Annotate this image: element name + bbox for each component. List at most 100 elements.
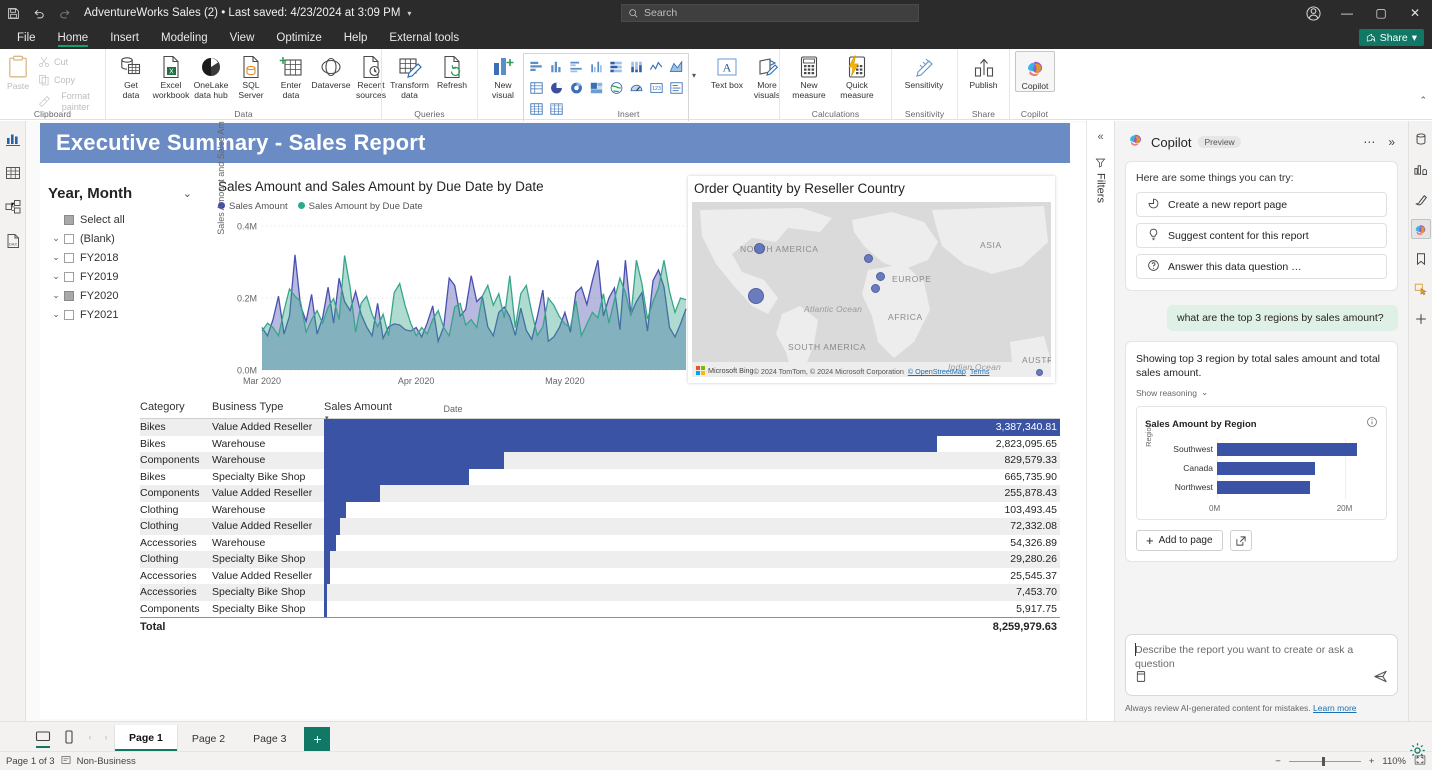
chevron-right-double-icon[interactable]: » bbox=[1385, 135, 1398, 149]
menu-modeling[interactable]: Modeling bbox=[150, 26, 219, 49]
ribbon-collapse-icon[interactable]: ⌃ bbox=[1419, 95, 1427, 106]
show-reasoning-toggle[interactable]: Show reasoning ⌄ bbox=[1136, 387, 1387, 398]
table-row[interactable]: Bikes Value Added Reseller 3,387,340.81 bbox=[140, 419, 1060, 436]
slicer-item-fy2020[interactable]: ⌄ FY2020 bbox=[48, 286, 198, 305]
account-icon[interactable] bbox=[1296, 0, 1330, 26]
table-row[interactable]: Bikes Warehouse 2,823,095.65 bbox=[140, 435, 1060, 452]
menu-external-tools[interactable]: External tools bbox=[378, 26, 470, 49]
table-row[interactable]: Accessories Warehouse 54,326.89 bbox=[140, 534, 1060, 551]
global-search[interactable]: Search bbox=[621, 4, 919, 22]
checkbox[interactable] bbox=[64, 290, 74, 301]
title-dropdown-caret[interactable]: ▾ bbox=[407, 9, 411, 18]
checkbox[interactable] bbox=[64, 214, 74, 225]
ellipsis-icon[interactable]: ⋯ bbox=[1360, 135, 1378, 149]
text-box-button[interactable]: A Text box bbox=[707, 51, 747, 90]
checkbox[interactable] bbox=[64, 271, 74, 282]
map-bubble-germany[interactable] bbox=[876, 272, 885, 281]
close-button[interactable]: ✕ bbox=[1398, 0, 1432, 26]
menu-insert[interactable]: Insert bbox=[99, 26, 150, 49]
report-view-icon[interactable] bbox=[3, 129, 23, 149]
suggestion-create-new-report-page[interactable]: Create a new report page bbox=[1136, 192, 1387, 217]
filters-label-vertical[interactable]: Filters bbox=[1095, 157, 1107, 203]
column-header-business-type[interactable]: Business Type bbox=[212, 401, 324, 413]
menu-optimize[interactable]: Optimize bbox=[265, 26, 332, 49]
column-header-category[interactable]: Category bbox=[140, 401, 212, 413]
model-view-icon[interactable] bbox=[3, 197, 23, 217]
learn-more-link[interactable]: Learn more bbox=[1313, 703, 1356, 713]
zoom-slider[interactable] bbox=[1288, 756, 1361, 766]
copilot-button[interactable]: Copilot bbox=[1015, 51, 1055, 93]
gallery-more-caret[interactable]: ▾ bbox=[689, 71, 699, 80]
report-canvas[interactable]: Executive Summary - Sales Report Year, M… bbox=[26, 121, 1086, 721]
checkbox[interactable] bbox=[64, 252, 74, 263]
filters-pane-collapsed[interactable]: « Filters bbox=[1086, 121, 1114, 721]
legend-item-sales-amount-due-date[interactable]: Sales Amount by Due Date bbox=[297, 201, 423, 212]
new-measure-button[interactable]: New measure bbox=[785, 51, 833, 100]
chevron-down-icon[interactable]: ⌄ bbox=[48, 252, 64, 263]
bookmark-icon[interactable] bbox=[1411, 249, 1431, 269]
copy-button[interactable]: Copy bbox=[35, 71, 100, 89]
page-tab-page-1[interactable]: Page 1 bbox=[114, 725, 178, 751]
add-to-page-button[interactable]: + Add to page bbox=[1136, 530, 1223, 552]
table-row[interactable]: Accessories Value Added Reseller 25,545.37 bbox=[140, 567, 1060, 584]
menu-help[interactable]: Help bbox=[333, 26, 379, 49]
zoom-slider-knob[interactable] bbox=[1321, 756, 1325, 766]
prompt-guide-icon[interactable] bbox=[1135, 670, 1147, 688]
dataverse-button[interactable]: Dataverse bbox=[311, 51, 351, 90]
onelake-data-hub-button[interactable]: OneLake data hub bbox=[191, 51, 231, 100]
format-brush-icon[interactable] bbox=[1411, 189, 1431, 209]
map-bubble-united-kingdom[interactable] bbox=[864, 254, 873, 263]
table-row[interactable]: Clothing Specialty Bike Shop 29,280.26 bbox=[140, 551, 1060, 568]
chevron-down-icon[interactable]: ⌄ bbox=[48, 271, 64, 282]
send-icon[interactable] bbox=[1373, 669, 1388, 689]
prev-page-button[interactable]: ‹ bbox=[82, 723, 98, 751]
publish-button[interactable]: Publish bbox=[963, 51, 1004, 90]
suggestion-suggest-content[interactable]: Suggest content for this report bbox=[1136, 223, 1387, 248]
copilot-prompt-box[interactable]: Describe the report you want to create o… bbox=[1125, 634, 1398, 696]
terms-link[interactable]: Terms bbox=[970, 367, 990, 376]
checkbox[interactable] bbox=[64, 309, 74, 320]
excel-workbook-button[interactable]: X Excel workbook bbox=[151, 51, 191, 100]
page-tab-page-3[interactable]: Page 3 bbox=[239, 727, 301, 751]
desktop-view-icon[interactable] bbox=[30, 723, 56, 751]
checkbox[interactable] bbox=[64, 233, 74, 244]
table-view-icon[interactable] bbox=[3, 163, 23, 183]
transform-data-button[interactable]: Transform data bbox=[387, 51, 432, 100]
chevron-down-icon[interactable]: ⌄ bbox=[48, 309, 64, 320]
slicer-item-blank[interactable]: ⌄ (Blank) bbox=[48, 229, 198, 248]
openstreetmap-link[interactable]: © OpenStreetMap bbox=[908, 367, 966, 376]
build-visual-icon[interactable] bbox=[1411, 159, 1431, 179]
selection-icon[interactable] bbox=[1411, 279, 1431, 299]
settings-gear-icon[interactable] bbox=[1409, 742, 1426, 762]
chevron-down-icon[interactable]: ⌄ bbox=[48, 233, 64, 244]
popout-button[interactable] bbox=[1229, 530, 1252, 552]
suggestion-answer-data-question[interactable]: Answer this data question … bbox=[1136, 254, 1387, 279]
map-body[interactable]: NORTH AMERICA EUROPE ASIA AFRICA SOUTH A… bbox=[692, 202, 1051, 377]
slicer-chevron-icon[interactable]: ⌄ bbox=[183, 187, 192, 200]
dax-query-view-icon[interactable]: DAX bbox=[3, 231, 23, 251]
slicer-year-month[interactable]: Year, Month ⌄ Select all ⌄ (Blank) ⌄ FY2… bbox=[48, 185, 198, 324]
table-row[interactable]: Clothing Warehouse 103,493.45 bbox=[140, 501, 1060, 518]
zoom-out-button[interactable]: − bbox=[1275, 756, 1281, 767]
map-bubble-canada[interactable] bbox=[754, 243, 765, 254]
sensitivity-icon[interactable] bbox=[61, 755, 71, 768]
bar[interactable] bbox=[1217, 443, 1358, 457]
table-row[interactable]: Components Specialty Bike Shop 5,917.75 bbox=[140, 600, 1060, 617]
next-page-button[interactable]: › bbox=[98, 723, 114, 751]
data-cylinder-icon[interactable] bbox=[1411, 129, 1431, 149]
bar[interactable] bbox=[1217, 462, 1315, 476]
info-icon[interactable] bbox=[1366, 415, 1378, 433]
column-header-sales-amount[interactable]: Sales Amount ▾ bbox=[324, 401, 1060, 422]
cut-button[interactable]: Cut bbox=[35, 53, 100, 71]
chevron-left-double-icon[interactable]: « bbox=[1097, 131, 1103, 143]
table-row[interactable]: Clothing Value Added Reseller 72,332.08 bbox=[140, 518, 1060, 535]
chevron-down-icon[interactable]: ⌄ bbox=[48, 290, 64, 301]
map-bubble-united-states[interactable] bbox=[748, 288, 764, 304]
enter-data-button[interactable]: Enter data bbox=[271, 51, 311, 100]
table-row[interactable]: Accessories Specialty Bike Shop 7,453.70 bbox=[140, 584, 1060, 601]
map-visual[interactable]: Order Quantity by Reseller Country NORTH… bbox=[688, 176, 1055, 383]
copilot-pane-icon[interactable] bbox=[1410, 219, 1431, 239]
slicer-item-fy2021[interactable]: ⌄ FY2021 bbox=[48, 305, 198, 324]
slicer-select-all[interactable]: Select all bbox=[64, 210, 198, 229]
share-button[interactable]: Share ▾ bbox=[1358, 29, 1424, 46]
